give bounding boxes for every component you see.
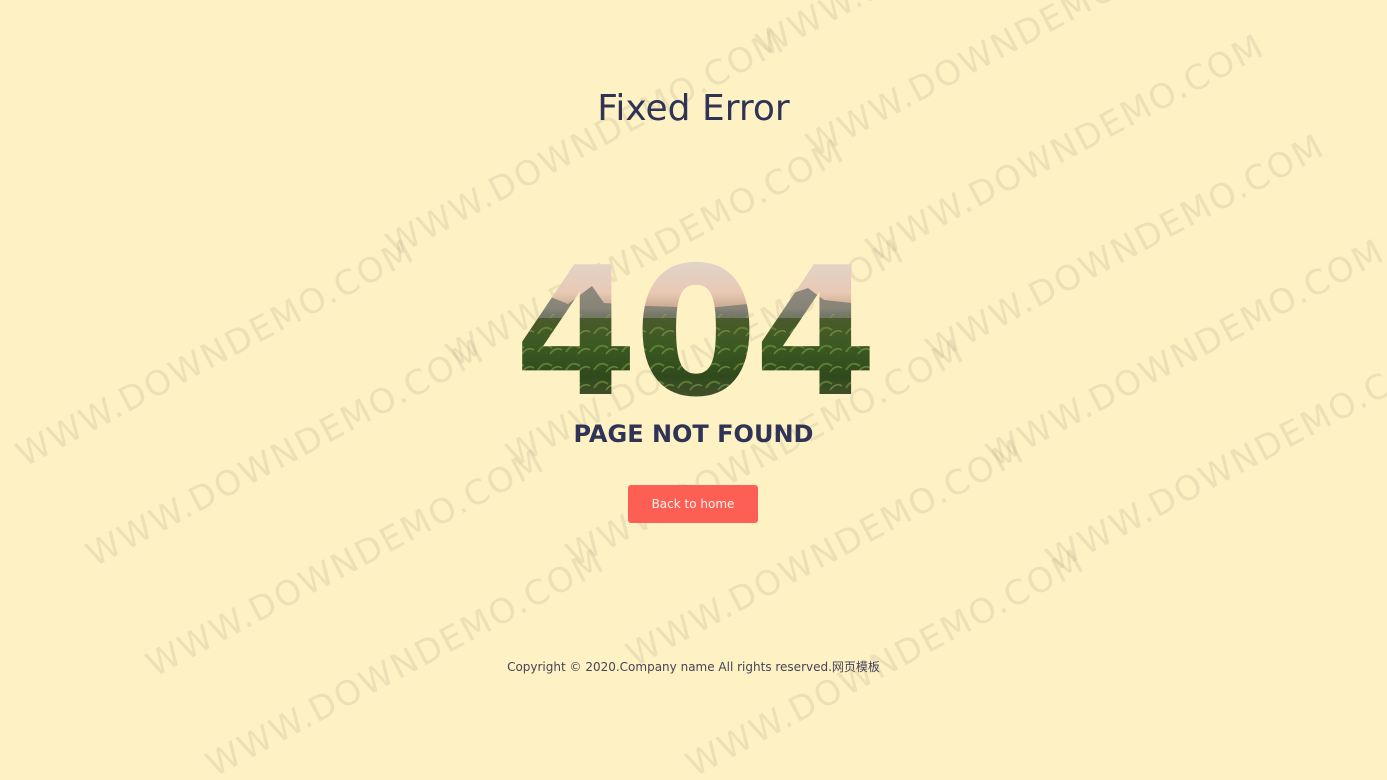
watermark-text: WWW.DOWNDEMO.COM — [380, 21, 792, 266]
error-code-graphic: 404 — [514, 248, 874, 408]
watermark-text: WWW.DOWNDEMO.COM — [860, 26, 1272, 271]
watermark-text: WWW.DOWNDEMO.COM — [80, 331, 492, 576]
watermark-text: WWW.DOWNDEMO.COM — [800, 0, 1212, 166]
watermark-text: WWW.DOWNDEMO.COM — [620, 431, 1032, 676]
error-code-hero: 404 404 — [508, 248, 880, 408]
page-title: Fixed Error — [597, 88, 790, 129]
error-code: 404 — [508, 408, 509, 409]
watermark-text: WWW.DOWNDEMO.COM — [920, 126, 1332, 371]
watermark-text: WWW.DOWNDEMO.COM — [1040, 336, 1387, 581]
watermark-text: WWW.DOWNDEMO.COM — [750, 0, 1161, 65]
error-message: PAGE NOT FOUND — [573, 420, 814, 448]
back-to-home-button[interactable]: Back to home — [628, 485, 758, 523]
footer-copyright: Copyright © 2020.Company name All rights… — [507, 660, 880, 674]
watermark-text: WWW.DOWNDEMO.COM — [140, 441, 552, 686]
